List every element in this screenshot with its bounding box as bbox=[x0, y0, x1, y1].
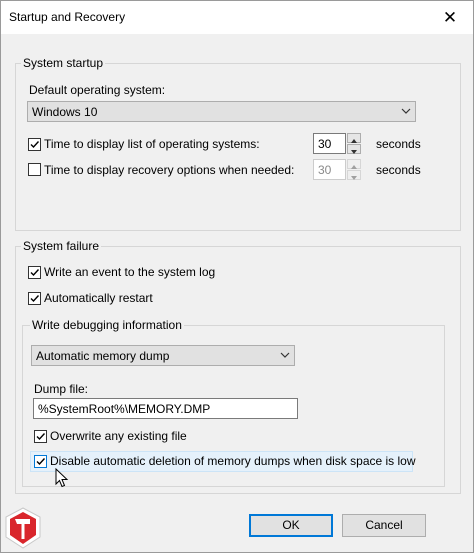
startup-recovery-dialog: Startup and Recovery ✕ System startup De… bbox=[0, 0, 474, 553]
dump-type-value: Automatic memory dump bbox=[36, 349, 170, 363]
overwrite-checkbox[interactable] bbox=[34, 430, 47, 443]
time-recovery-spinner: 30 bbox=[313, 159, 361, 180]
time-os-list-checkbox[interactable] bbox=[28, 138, 41, 151]
auto-restart-checkbox[interactable] bbox=[28, 292, 41, 305]
debug-info-legend: Write debugging information bbox=[30, 318, 184, 332]
system-failure-legend: System failure bbox=[21, 239, 102, 253]
write-event-checkbox[interactable] bbox=[28, 266, 41, 279]
mouse-cursor-icon bbox=[55, 468, 69, 488]
default-os-value: Windows 10 bbox=[32, 105, 98, 119]
auto-restart-label: Automatically restart bbox=[44, 291, 153, 305]
checkmark-icon bbox=[36, 458, 46, 466]
disable-delete-label: Disable automatic deletion of memory dum… bbox=[50, 454, 416, 468]
dump-type-dropdown[interactable]: Automatic memory dump bbox=[31, 345, 295, 366]
time-os-list-spinner[interactable]: 30 bbox=[313, 133, 361, 154]
dump-file-input[interactable]: %SystemRoot%\MEMORY.DMP bbox=[33, 398, 298, 419]
time-os-list-input[interactable]: 30 bbox=[313, 133, 346, 154]
time-recovery-checkbox[interactable] bbox=[28, 163, 41, 176]
disable-delete-checkbox[interactable] bbox=[34, 455, 47, 468]
time-os-list-label: Time to display list of operating system… bbox=[44, 137, 260, 151]
window-title: Startup and Recovery bbox=[9, 10, 126, 24]
overwrite-label: Overwrite any existing file bbox=[50, 429, 187, 443]
spin-up-icon[interactable] bbox=[347, 133, 361, 143]
seconds-label-2: seconds bbox=[376, 163, 421, 177]
write-event-label: Write an event to the system log bbox=[44, 265, 216, 279]
chevron-down-icon bbox=[401, 108, 411, 114]
checkmark-icon bbox=[36, 433, 46, 441]
dump-file-label: Dump file: bbox=[34, 382, 89, 396]
brand-logo-icon bbox=[5, 507, 41, 549]
time-recovery-label: Time to display recovery options when ne… bbox=[44, 163, 295, 177]
close-icon[interactable]: ✕ bbox=[427, 1, 473, 34]
default-os-dropdown[interactable]: Windows 10 bbox=[27, 101, 416, 122]
cancel-button[interactable]: Cancel bbox=[342, 514, 426, 537]
spin-down-icon bbox=[347, 170, 361, 180]
seconds-label-1: seconds bbox=[376, 137, 421, 151]
system-startup-legend: System startup bbox=[21, 56, 106, 70]
spin-down-icon[interactable] bbox=[347, 144, 361, 154]
ok-button[interactable]: OK bbox=[249, 514, 333, 537]
checkmark-icon bbox=[30, 295, 40, 303]
checkmark-icon bbox=[30, 269, 40, 277]
title-bar: Startup and Recovery ✕ bbox=[1, 1, 473, 34]
time-recovery-input: 30 bbox=[313, 159, 346, 180]
default-os-label: Default operating system: bbox=[29, 83, 166, 97]
spin-up-icon bbox=[347, 159, 361, 169]
checkmark-icon bbox=[30, 141, 40, 149]
chevron-down-icon bbox=[280, 352, 290, 358]
